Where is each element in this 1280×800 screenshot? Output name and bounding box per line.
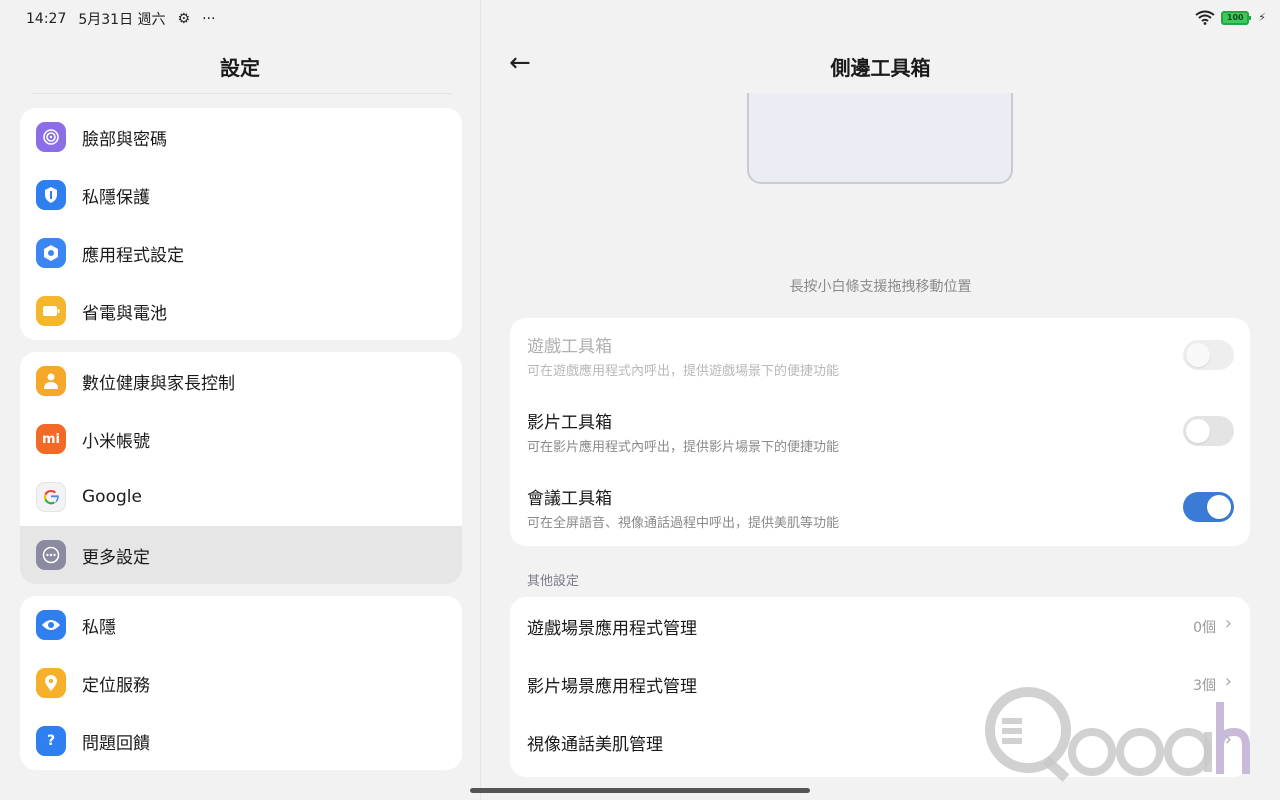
battery-level: 100 [1226,13,1244,22]
mi-account-icon: mi [36,424,66,454]
toggle-row-video-toolbox: 影片工具箱 可在影片應用程式內呼出，提供影片場景下的便捷功能 [510,394,1250,470]
nav-row-title: 視像通話美肌管理 [527,734,663,755]
wellbeing-icon [36,366,66,396]
eye-icon [36,610,66,640]
status-bar: 14:27 5月31日 週六 ⚙ ··· 100 ⚡ [0,0,1280,36]
toggle-description: 可在遊戲應用程式內呼出，提供遊戲場景下的便捷功能 [527,364,840,379]
settings-item-label: Google [82,487,142,507]
settings-item-label: 臉部與密碼 [82,129,167,150]
chevron-right-icon: › [1224,613,1232,634]
location-icon [36,668,66,698]
settings-item-battery[interactable]: 省電與電池 [20,282,462,340]
google-icon [36,482,66,512]
settings-item-wellbeing[interactable]: 數位健康與家長控制 [20,352,462,410]
qooah-watermark-logo [985,687,1250,782]
settings-item-location[interactable]: 定位服務 [20,654,462,712]
settings-item-label: 更多設定 [82,547,150,568]
settings-item-label: 數位健康與家長控制 [82,373,235,394]
settings-group-1: 臉部與密碼 私隱保護 應用程式設定 省電與電池 [20,108,462,340]
wifi-icon [1195,10,1215,25]
toggle-title: 會議工具箱 [527,489,612,509]
right-page-title: 側邊工具箱 [830,56,931,80]
toggle-row-game-toolbox: 遊戲工具箱 可在遊戲應用程式內呼出，提供遊戲場景下的便捷功能 [510,318,1250,394]
settings-list-panel: 設定 臉部與密碼 私隱保護 應用程式設定 省電與電池 數位健康與家長控制 mi … [0,36,480,800]
toggle-row-meeting-toolbox: 會議工具箱 可在全屏語音、視像通話過程中呼出，提供美肌等功能 [510,470,1250,546]
settings-item-google[interactable]: Google [20,468,462,526]
meeting-toolbox-switch[interactable] [1183,492,1234,522]
left-page-title: 設定 [220,56,260,80]
settings-item-label: 私隱保護 [82,187,150,208]
settings-gear-icon: ⚙ [177,11,191,27]
settings-item-label: 私隱 [82,617,116,638]
fingerprint-icon [36,122,66,152]
nav-row-game-apps[interactable]: 遊戲場景應用程式管理 0個 › [510,597,1250,655]
settings-item-face-password[interactable]: 臉部與密碼 [20,108,462,166]
settings-group-3: 私隱 定位服務 ? 問題回饋 [20,596,462,770]
settings-item-feedback[interactable]: ? 問題回饋 [20,712,462,770]
status-time: 14:27 [26,11,67,27]
feedback-icon: ? [36,726,66,756]
nav-row-title: 遊戲場景應用程式管理 [527,618,697,639]
settings-item-label: 應用程式設定 [82,245,184,266]
more-dots: ··· [202,11,216,27]
toggle-description: 可在影片應用程式內呼出，提供影片場景下的便捷功能 [527,440,840,455]
settings-item-privacy[interactable]: 私隱 [20,596,462,654]
settings-item-privacy-protection[interactable]: 私隱保護 [20,166,462,224]
game-toolbox-switch[interactable] [1183,340,1234,370]
video-toolbox-switch[interactable] [1183,416,1234,446]
settings-item-label: 定位服務 [82,675,150,696]
toggle-title: 影片工具箱 [527,413,612,433]
settings-item-app-settings[interactable]: 應用程式設定 [20,224,462,282]
battery-saver-icon [36,296,66,326]
settings-item-more-settings[interactable]: 更多設定 [20,526,462,584]
left-title-divider [32,93,452,94]
more-settings-icon [36,540,66,570]
status-left: 14:27 5月31日 週六 ⚙ ··· [26,9,215,29]
nav-row-value: 0個 [1193,620,1216,636]
nav-row-title: 影片場景應用程式管理 [527,676,697,697]
section-label-other-settings: 其他設定 [527,574,580,589]
app-settings-icon [36,238,66,268]
settings-item-label: 問題回饋 [82,733,150,754]
toggle-description: 可在全屏語音、視像通話過程中呼出，提供美肌等功能 [527,516,840,531]
toolbox-toggles-card: 遊戲工具箱 可在遊戲應用程式內呼出，提供遊戲場景下的便捷功能 影片工具箱 可在影… [510,318,1250,546]
battery-icon: 100 [1221,10,1252,25]
settings-item-mi-account[interactable]: mi 小米帳號 [20,410,462,468]
status-right: 100 ⚡ [1195,10,1266,25]
status-date: 5月31日 週六 [78,12,166,28]
settings-item-label: 省電與電池 [82,303,167,324]
settings-group-2: 數位健康與家長控制 mi 小米帳號 Google 更多設定 [20,352,462,584]
privacy-shield-icon [36,180,66,210]
drag-hint: 長按小白條支援拖拽移動位置 [789,279,972,295]
toggle-title: 遊戲工具箱 [527,337,612,357]
home-indicator[interactable] [470,788,810,793]
charging-icon: ⚡ [1258,11,1266,24]
settings-item-label: 小米帳號 [82,431,150,452]
